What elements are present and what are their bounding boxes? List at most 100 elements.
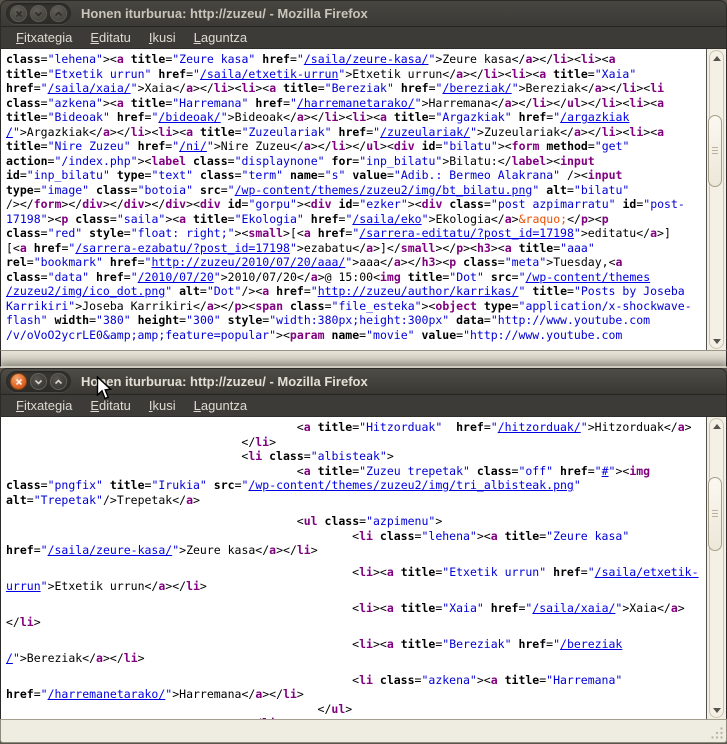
menu-item-fitxategia[interactable]: Fitxategia (7, 396, 81, 416)
source-link[interactable]: /harremanetarako/ (48, 687, 166, 701)
source-code: <a title="Hitzorduak" href="/hitzorduak/… (1, 417, 706, 719)
menu-item-laguntza[interactable]: Laguntza (185, 28, 257, 48)
source-link[interactable]: /saila/zeure-kasa/ (48, 543, 173, 557)
menu-item-editatu[interactable]: Editatu (81, 28, 139, 48)
code-line: href="/saila/zeure-kasa/">Zeure kasa</a>… (6, 543, 706, 558)
source-link[interactable]: /saila/xaia/ (48, 81, 131, 95)
code-line: alt="Trepetak"/>Trepetak</a> (6, 493, 706, 508)
source-link[interactable]: /saila/xaia/ (532, 601, 615, 615)
source-link[interactable]: /bideoak/ (158, 110, 220, 124)
minimize-button[interactable] (30, 373, 47, 390)
source-link[interactable]: /zuzeu2/img/ico_dot.png (6, 284, 165, 298)
source-link[interactable]: # (602, 464, 609, 478)
code-line: class="data" href="/2010/07/20">2010/07/… (6, 270, 706, 285)
code-line: type="image" class="botoia" src="/wp-con… (6, 183, 706, 198)
menubar: FitxategiaEditatuIkusiLaguntza (0, 27, 727, 49)
code-line (6, 507, 706, 514)
source-link[interactable]: http://zuzeu/author/karrikas/ (318, 284, 519, 298)
source-link[interactable]: /saila/zeure-kasa/ (304, 52, 429, 66)
source-link[interactable]: /zuzeulariak/ (380, 125, 470, 139)
code-line: title="Bideoak" href="/bideoak/">Bideoak… (6, 110, 706, 125)
source-link[interactable]: /wp-content/themes/zuzeu2/img/tri_albist… (248, 478, 573, 492)
menu-item-fitxategia[interactable]: Fitxategia (7, 28, 81, 48)
code-line (6, 558, 706, 565)
statusbar (0, 350, 727, 367)
code-line: rel="bookmark" href="http://zuzeu/2010/0… (6, 255, 706, 270)
code-line: urrun">Etxetik urrun</a></li> (6, 579, 706, 594)
scrollbar[interactable] (706, 49, 726, 350)
code-line: action="/index.php"><label class="displa… (6, 154, 706, 169)
maximize-button[interactable] (50, 5, 67, 22)
chevron-up-icon (54, 379, 63, 385)
menu-item-editatu[interactable]: Editatu (81, 396, 139, 416)
close-button[interactable] (10, 5, 27, 22)
code-line: class="red" style="float: right;"><small… (6, 226, 706, 241)
arrow-down-icon (713, 339, 721, 344)
scrollbar-track[interactable] (709, 418, 724, 718)
scroll-down-button[interactable] (707, 334, 726, 348)
chevron-up-icon (54, 11, 63, 17)
source-view: <a title="Hitzorduak" href="/hitzorduak/… (0, 417, 727, 719)
source-link[interactable]: /saila/etxetik- (595, 565, 699, 579)
source-link[interactable]: http://zuzeu/2010/07/20/aaa/ (151, 255, 345, 269)
code-line: Karrikiri">Joseba Karrikiri</a></p><span… (6, 299, 706, 314)
source-link[interactable]: /argazkiak (560, 110, 629, 124)
source-link[interactable]: /wp-content/themes (526, 270, 651, 284)
scroll-up-button[interactable] (707, 419, 726, 433)
window-title: Honen iturburua: http://zuzeu/ - Mozilla… (81, 374, 368, 389)
code-line: <li class="azkena"><a title="Harremana" (6, 673, 706, 688)
code-line: <a title="Hitzorduak" href="/hitzorduak/… (6, 420, 706, 435)
scrollbar-track[interactable] (709, 50, 724, 349)
chevron-down-icon (34, 379, 43, 385)
titlebar[interactable]: Honen iturburua: http://zuzeu/ - Mozilla… (0, 0, 727, 27)
menu-item-ikusi[interactable]: Ikusi (140, 396, 185, 416)
arrow-down-icon (713, 708, 721, 713)
source-link[interactable]: /harremanetarako/ (297, 96, 415, 110)
source-view: class="lehena"><a title="Zeure kasa" hre… (0, 49, 727, 350)
source-link[interactable]: / (6, 125, 13, 139)
window-title: Honen iturburua: http://zuzeu/ - Mozilla… (81, 6, 368, 21)
source-link[interactable]: urrun (6, 579, 41, 593)
code-line: href="/saila/xaia/">Xaia</a></li><li><a … (6, 81, 706, 96)
source-link[interactable]: /saila/etxetik-urrun (200, 67, 338, 81)
code-line (6, 630, 706, 637)
code-line: 17198"><p class="saila"><a title="Ekolog… (6, 212, 706, 227)
code-line: <a title="Zuzeu trepetak" class="off" hr… (6, 464, 706, 479)
source-link[interactable]: /ni/ (179, 139, 207, 153)
source-link[interactable]: /wp-content/themes/zuzeu2/img/bt_bilatu.… (235, 183, 533, 197)
code-line: /">Bereziak</a></li> (6, 651, 706, 666)
window-controls (6, 3, 71, 24)
scrollbar[interactable] (706, 417, 726, 719)
scroll-up-button[interactable] (707, 51, 726, 65)
menu-item-ikusi[interactable]: Ikusi (140, 28, 185, 48)
close-icon (15, 378, 23, 386)
menu-item-laguntza[interactable]: Laguntza (185, 396, 257, 416)
code-line: class="pngfix" title="Irukia" src="/wp-c… (6, 478, 706, 493)
code-line: <li class="lehena"><a title="Zeure kasa" (6, 529, 706, 544)
source-link[interactable]: /bereziak/ (442, 81, 511, 95)
scroll-down-button[interactable] (707, 703, 726, 717)
source-code: class="lehena"><a title="Zeure kasa" hre… (1, 49, 706, 350)
arrow-up-icon (713, 424, 721, 429)
maximize-button[interactable] (50, 373, 67, 390)
code-line: /zuzeu2/img/ico_dot.png" alt="Dot"/><a h… (6, 284, 706, 299)
source-link[interactable]: /sarrera-editatu/?post_id=17198 (359, 226, 574, 240)
source-link[interactable]: /sarrera-ezabatu/?post_id=17198 (75, 241, 290, 255)
minimize-button[interactable] (30, 5, 47, 22)
scrollbar-thumb[interactable] (708, 477, 722, 551)
close-button[interactable] (10, 373, 27, 390)
chevron-down-icon (34, 11, 43, 17)
source-link[interactable]: /bereziak (560, 637, 622, 651)
code-line: title="Nire Zuzeu" href="/ni/">Nire Zuze… (6, 139, 706, 154)
window-controls (6, 371, 71, 392)
code-line (6, 594, 706, 601)
source-link[interactable]: / (6, 651, 13, 665)
code-line: class="lehena"><a title="Zeure kasa" hre… (6, 52, 706, 67)
source-link[interactable]: /saila/eko (352, 212, 421, 226)
scrollbar-thumb[interactable] (708, 115, 722, 187)
titlebar[interactable]: Honen iturburua: http://zuzeu/ - Mozilla… (0, 368, 727, 395)
code-line: id="inp_bilatu" type="text" class="term"… (6, 168, 706, 183)
resize-grip[interactable] (711, 727, 724, 740)
source-link[interactable]: /2010/07/20 (138, 270, 214, 284)
source-link[interactable]: /hitzorduak/ (498, 420, 581, 434)
